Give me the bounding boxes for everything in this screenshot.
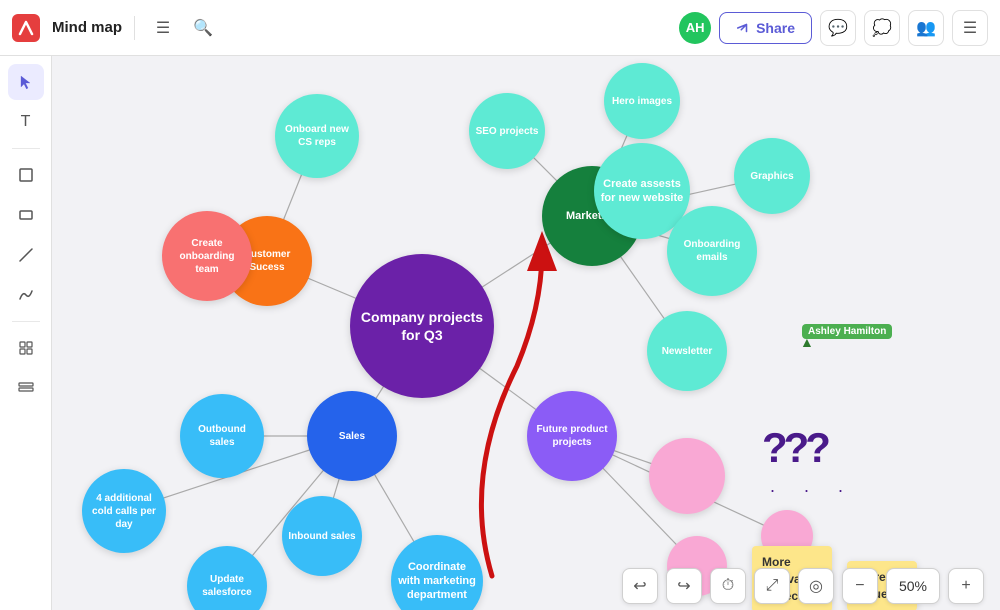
header-divider (134, 16, 135, 40)
node-cold_calls[interactable]: 4 additional cold calls per day (82, 469, 166, 553)
grid-tool-2[interactable] (8, 370, 44, 406)
app-title: Mind map (52, 19, 122, 36)
node-graphics[interactable]: Graphics (734, 138, 810, 214)
node-sales[interactable]: Sales (307, 391, 397, 481)
cursor-pointer: ▲ (800, 334, 814, 350)
avatar: AH (679, 12, 711, 44)
cursor-icon (18, 74, 34, 90)
node-outbound_sales[interactable]: Outbound sales (180, 394, 264, 478)
left-toolbar: T (0, 56, 52, 610)
team-button[interactable]: 👥 (908, 10, 944, 46)
select-tool[interactable] (8, 64, 44, 100)
bottom-bar: ↩ ↪ ⏱ ⤢ ◎ − 50% + (52, 562, 1000, 610)
freehand-tool[interactable] (8, 277, 44, 313)
shape-tool-2[interactable] (8, 197, 44, 233)
share-label: Share (756, 20, 795, 36)
node-seo_projects[interactable]: SEO projects (469, 93, 545, 169)
search-button[interactable]: 🔍 (187, 12, 219, 44)
line-icon (18, 247, 34, 263)
dots-decoration: . . . (770, 476, 855, 497)
share-icon (736, 21, 750, 35)
node-newsletter[interactable]: Newsletter (647, 311, 727, 391)
redo-button[interactable]: ↪ (666, 568, 702, 604)
shape-icon-1 (18, 167, 34, 183)
menu-button[interactable]: ☰ (147, 12, 179, 44)
line-tool[interactable] (8, 237, 44, 273)
undo-button[interactable]: ↩ (622, 568, 658, 604)
zoom-in-button[interactable]: + (948, 568, 984, 604)
zoom-level: 50% (886, 568, 940, 604)
node-onboard_cs[interactable]: Onboard new CS reps (275, 94, 359, 178)
toolbar-divider-2 (12, 321, 40, 322)
chat-button[interactable]: 💭 (864, 10, 900, 46)
node-pink1[interactable] (649, 438, 725, 514)
node-onboarding_emails[interactable]: Onboarding emails (667, 206, 757, 296)
zoom-out-button[interactable]: − (842, 568, 878, 604)
fullscreen-button[interactable]: ⤢ (754, 568, 790, 604)
toolbar-divider-1 (12, 148, 40, 149)
grid-icon-2 (18, 380, 34, 396)
freehand-icon (18, 287, 34, 303)
node-create_team[interactable]: Create onboarding team (162, 211, 252, 301)
comment-button[interactable]: 💬 (820, 10, 856, 46)
location-button[interactable]: ◎ (798, 568, 834, 604)
canvas[interactable]: Ashley Hamilton ▲ ??? . . . Company proj… (52, 56, 1000, 610)
grid-icon-1 (18, 340, 34, 356)
app-logo (12, 14, 40, 42)
share-button[interactable]: Share (719, 12, 812, 44)
node-future_product[interactable]: Future product projects (527, 391, 617, 481)
user-cursor-label: Ashley Hamilton (802, 324, 892, 339)
shape-tool-1[interactable] (8, 157, 44, 193)
text-tool[interactable]: T (8, 104, 44, 140)
list-button[interactable]: ☰ (952, 10, 988, 46)
node-center[interactable]: Company projects for Q3 (350, 254, 494, 398)
question-marks: ??? (762, 424, 827, 472)
history-button[interactable]: ⏱ (710, 568, 746, 604)
node-hero_images[interactable]: Hero images (604, 63, 680, 139)
grid-tool-1[interactable] (8, 330, 44, 366)
header: Mind map ☰ 🔍 AH Share 💬 💭 👥 ☰ (0, 0, 1000, 56)
shape-icon-2 (18, 207, 34, 223)
